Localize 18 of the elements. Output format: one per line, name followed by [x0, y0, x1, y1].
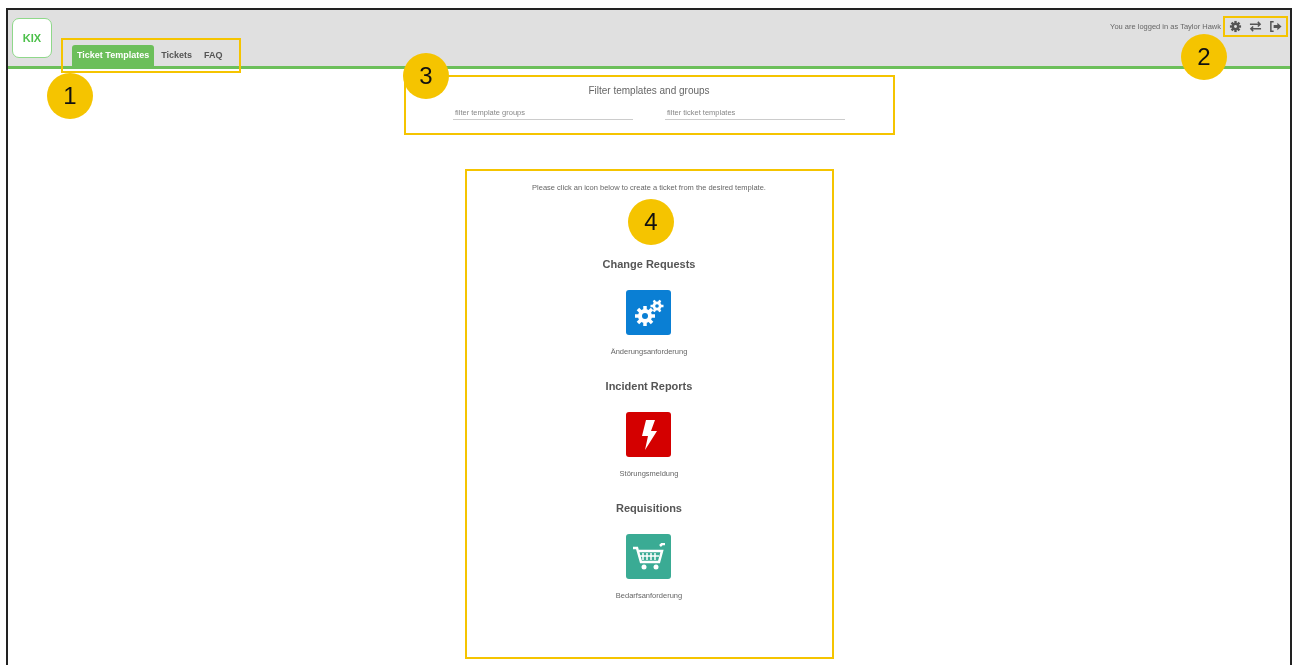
filter-title: Filter templates and groups	[587, 85, 711, 96]
template-button[interactable]	[626, 534, 672, 579]
callout-badge: 1	[47, 73, 93, 119]
callout-badge: 4	[628, 199, 674, 245]
group-heading: Incident Reports	[605, 380, 693, 392]
lightning-icon	[640, 419, 658, 450]
group-heading: Change Requests	[602, 258, 696, 270]
settings-icon[interactable]	[1229, 20, 1242, 33]
swap-arrows-icon[interactable]	[1249, 20, 1262, 33]
template-button[interactable]	[626, 412, 672, 457]
cart-icon	[633, 542, 665, 571]
group-heading: Requisitions	[616, 502, 682, 514]
nav-tab[interactable]: FAQ	[199, 45, 228, 66]
gears-icon	[633, 297, 665, 328]
logout-icon[interactable]	[1269, 20, 1282, 33]
template-button[interactable]	[626, 290, 672, 335]
logo: KIX	[12, 18, 52, 58]
nav-tab[interactable]: Tickets	[156, 45, 198, 66]
